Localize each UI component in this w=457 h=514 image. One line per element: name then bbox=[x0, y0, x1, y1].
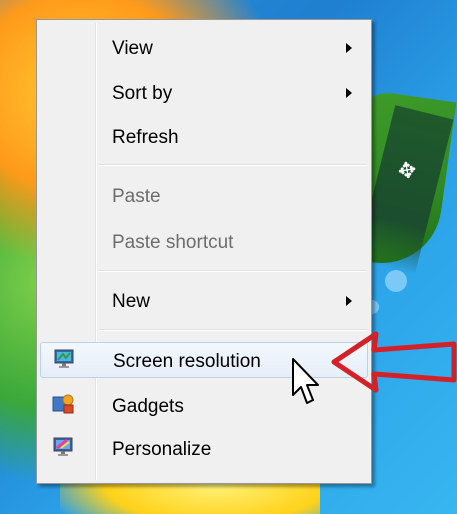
menu-item-paste-shortcut[interactable]: Paste shortcut bbox=[40, 224, 368, 258]
monitor-icon bbox=[53, 349, 75, 369]
menu-item-view[interactable]: View bbox=[40, 30, 368, 64]
menu-item-personalize[interactable]: Personalize bbox=[40, 431, 368, 465]
menu-item-label: Paste bbox=[112, 186, 161, 207]
mouse-cursor-icon bbox=[292, 358, 319, 404]
menu-item-refresh[interactable]: Refresh bbox=[40, 119, 368, 153]
menu-separator bbox=[99, 164, 367, 166]
personalize-icon bbox=[52, 437, 74, 457]
submenu-arrow-icon bbox=[346, 88, 352, 98]
menu-item-label: Screen resolution bbox=[113, 351, 261, 372]
menu-item-label: New bbox=[112, 291, 151, 312]
menu-separator bbox=[99, 329, 367, 331]
gadgets-icon bbox=[52, 394, 74, 414]
menu-item-label: Sort by bbox=[112, 83, 173, 104]
menu-item-paste[interactable]: Paste bbox=[40, 178, 368, 212]
desktop-context-menu: View Sort by Refresh Paste Paste shortcu… bbox=[36, 19, 372, 484]
menu-item-label: Refresh bbox=[112, 127, 179, 148]
submenu-arrow-icon bbox=[346, 43, 352, 53]
menu-item-new[interactable]: New bbox=[40, 283, 368, 317]
menu-item-sort-by[interactable]: Sort by bbox=[40, 75, 368, 109]
wallpaper-bubble bbox=[385, 270, 407, 292]
menu-item-label: Paste shortcut bbox=[112, 232, 234, 253]
submenu-arrow-icon bbox=[346, 296, 352, 306]
menu-item-label: View bbox=[112, 38, 153, 59]
menu-item-label: Gadgets bbox=[112, 396, 184, 417]
annotation-arrow-icon bbox=[331, 331, 457, 393]
menu-item-label: Personalize bbox=[112, 439, 212, 460]
menu-separator bbox=[99, 270, 367, 272]
